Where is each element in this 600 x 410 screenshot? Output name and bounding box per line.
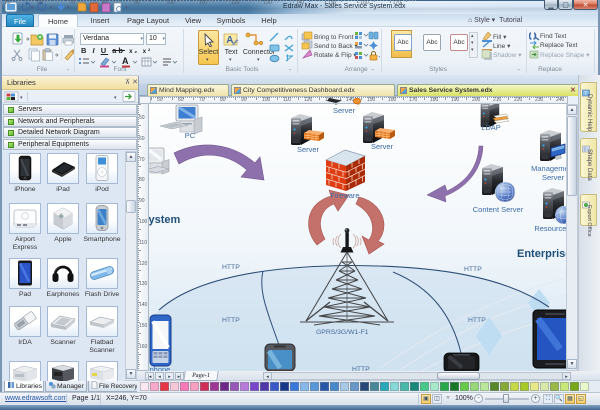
svg-text:Fireware: Fireware: [330, 191, 359, 200]
svg-text:LDAP: LDAP: [481, 123, 501, 132]
svg-text:A: A: [122, 56, 129, 66]
svg-text:▾: ▾: [114, 95, 117, 101]
svg-text:A: A: [226, 35, 233, 46]
svg-text:▾: ▾: [31, 5, 34, 11]
svg-text:ystem: ystem: [149, 214, 181, 226]
svg-text:HTTP: HTTP: [222, 317, 240, 324]
svg-text:▾: ▾: [20, 95, 23, 101]
svg-text:Enterprise S: Enterprise S: [517, 248, 566, 260]
svg-text:Server: Server: [371, 142, 394, 151]
svg-text:Server: Server: [297, 145, 320, 154]
svg-text:HTTP: HTTP: [222, 264, 240, 271]
svg-text:HTTP: HTTP: [468, 317, 486, 324]
svg-text:Management: Management: [531, 164, 566, 173]
svg-text:Resource Se: Resource Se: [534, 224, 566, 233]
svg-text:▾: ▾: [125, 5, 128, 11]
svg-text:HTTP: HTTP: [464, 266, 482, 273]
svg-text:PC: PC: [185, 131, 196, 140]
svg-text:GPRS/3G/W1-F1: GPRS/3G/W1-F1: [316, 329, 369, 336]
svg-text:Content Server: Content Server: [473, 205, 524, 214]
svg-text:Server: Server: [333, 106, 356, 115]
svg-text:Server: Server: [542, 173, 565, 182]
svg-text:▾: ▾: [50, 5, 53, 11]
